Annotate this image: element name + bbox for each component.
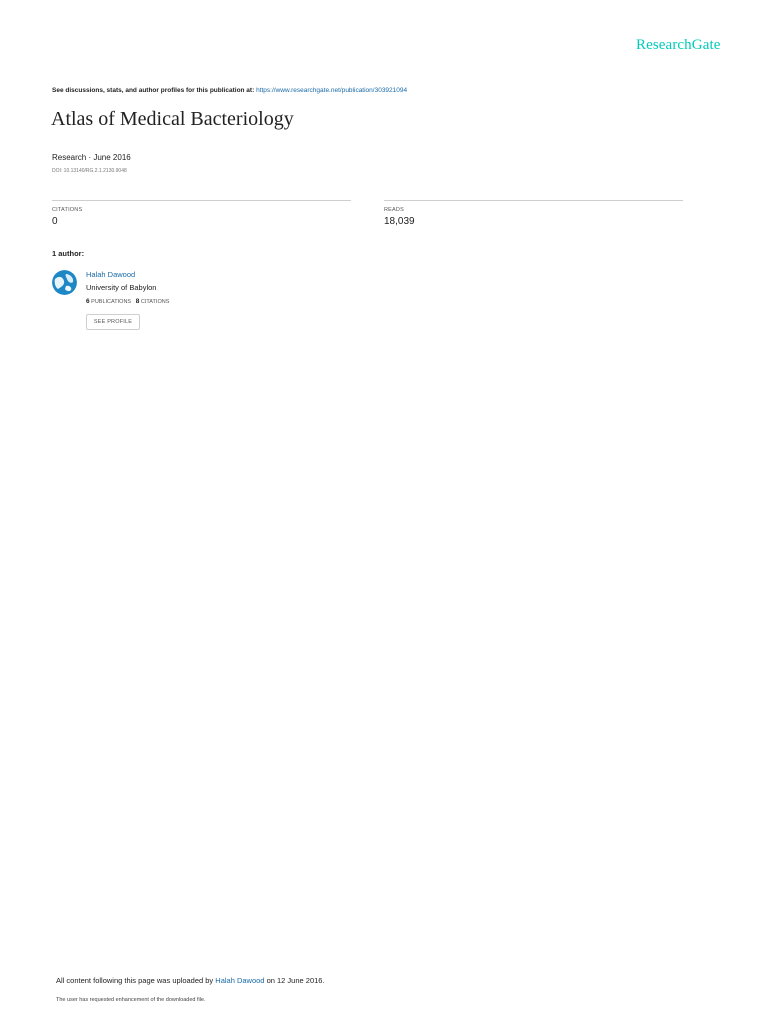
footer-request-note: The user has requested enhancement of th… bbox=[56, 997, 206, 1003]
footer-upload-note: All content following this page was uplo… bbox=[56, 976, 325, 985]
header-note-label: See discussions, stats, and author profi… bbox=[52, 87, 255, 94]
author-affiliation: University of Babylon bbox=[86, 283, 157, 292]
author-name-link[interactable]: Halah Dawood bbox=[86, 270, 135, 279]
publication-doi: DOI: 10.13140/RG.2.1.2130.9048 bbox=[52, 168, 127, 174]
see-profile-button[interactable]: SEE PROFILE bbox=[86, 314, 140, 330]
author-publications-label: PUBLICATIONS bbox=[91, 299, 132, 305]
publication-title: Atlas of Medical Bacteriology bbox=[51, 108, 294, 130]
publication-url-link[interactable]: https://www.researchgate.net/publication… bbox=[256, 87, 407, 94]
reads-label: READS bbox=[384, 207, 404, 213]
reads-stat: READS 18,039 bbox=[384, 200, 683, 227]
author-citations-count: 8 bbox=[135, 298, 140, 305]
publication-type-date: Research · June 2016 bbox=[52, 153, 131, 162]
author-stats: 6 PUBLICATIONS 8 CITATIONS bbox=[86, 298, 169, 305]
citations-value: 0 bbox=[52, 216, 58, 227]
author-avatar[interactable] bbox=[52, 270, 77, 295]
authors-heading: 1 author: bbox=[52, 249, 85, 258]
footer-uploader-link[interactable]: Halah Dawood bbox=[215, 976, 264, 985]
author-publications-count: 6 bbox=[86, 298, 90, 305]
citations-stat: CITATIONS 0 bbox=[52, 200, 351, 227]
author-citations-label: CITATIONS bbox=[140, 299, 170, 305]
reads-value: 18,039 bbox=[384, 216, 415, 227]
citations-label: CITATIONS bbox=[52, 207, 83, 213]
footer-upload-suffix: on 12 June 2016. bbox=[266, 976, 325, 985]
globe-avatar-icon bbox=[52, 270, 77, 295]
header-note: See discussions, stats, and author profi… bbox=[52, 87, 407, 94]
researchgate-logo[interactable]: ResearchGate bbox=[636, 37, 720, 54]
footer-upload-prefix: All content following this page was uplo… bbox=[56, 976, 214, 985]
